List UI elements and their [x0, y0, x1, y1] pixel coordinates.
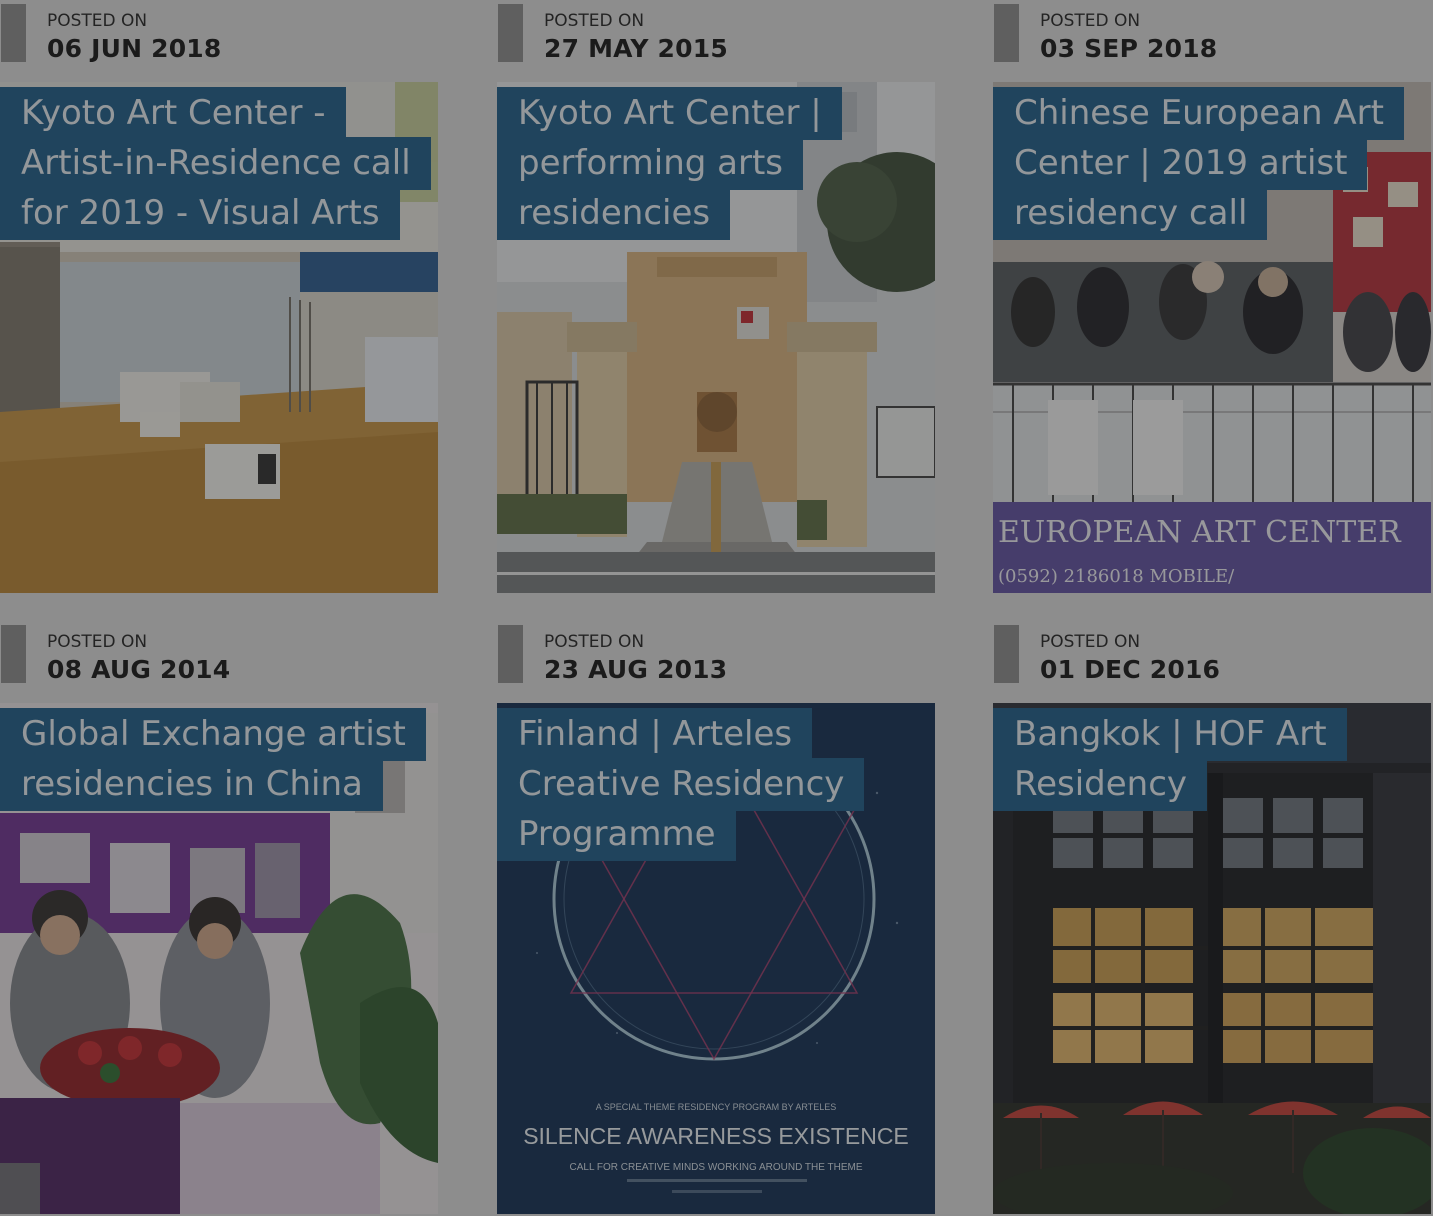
posted-on-label: POSTED ON: [544, 11, 645, 31]
poster-subheadline-text: CALL FOR CREATIVE MINDS WORKING AROUND T…: [570, 1162, 863, 1173]
date-marker-bar: [994, 625, 1019, 683]
post-card[interactable]: POSTED ON 23 AUG 2013 A SPECIAL THEME RE…: [497, 621, 935, 1214]
post-title[interactable]: Bangkok | HOF Art Residency: [993, 708, 1347, 811]
post-title[interactable]: Chinese European Art Center | 2019 artis…: [993, 87, 1404, 240]
post-date: 23 AUG 2013: [544, 655, 728, 684]
posted-on-label: POSTED ON: [47, 11, 148, 31]
poster-kicker-text: A SPECIAL THEME RESIDENCY PROGRAM BY ART…: [596, 1102, 837, 1112]
post-card[interactable]: POSTED ON 06 JUN 2018 Kyoto Art Center -…: [0, 0, 438, 593]
post-title[interactable]: Global Exchange artist residencies in Ch…: [0, 708, 426, 811]
post-title-wrap: Kyoto Art Center - Artist-in-Residence c…: [0, 87, 431, 240]
post-title[interactable]: Kyoto Art Center - Artist-in-Residence c…: [0, 87, 431, 240]
image-sign-subtext: (0592) 2186018 MOBILE/: [998, 566, 1235, 587]
post-thumbnail[interactable]: Bangkok | HOF Art Residency: [993, 703, 1431, 1214]
posted-on-label: POSTED ON: [1040, 11, 1141, 31]
post-date: 27 MAY 2015: [544, 34, 728, 63]
post-title[interactable]: Kyoto Art Center | performing arts resid…: [497, 87, 842, 240]
post-card[interactable]: POSTED ON 08 AUG 2014 Global Exchange ar…: [0, 621, 438, 1214]
image-sign-text: EUROPEAN ART CENTER: [998, 515, 1402, 550]
post-title-wrap: Finland | Arteles Creative Residency Pro…: [497, 708, 911, 861]
post-thumbnail[interactable]: EUROPEAN ART CENTER (0592) 2186018 MOBIL…: [993, 82, 1431, 593]
post-meta: POSTED ON 06 JUN 2018: [0, 0, 438, 82]
post-meta: POSTED ON 01 DEC 2016: [993, 621, 1431, 703]
post-card[interactable]: POSTED ON 01 DEC 2016 Bangkok | HOF Art …: [993, 621, 1431, 1214]
post-thumbnail[interactable]: Global Exchange artist residencies in Ch…: [0, 703, 438, 1214]
posted-on-label: POSTED ON: [544, 632, 645, 652]
date-marker-bar: [1, 4, 26, 62]
post-date: 01 DEC 2016: [1040, 655, 1221, 684]
post-date: 08 AUG 2014: [47, 655, 231, 684]
post-title-wrap: Global Exchange artist residencies in Ch…: [0, 708, 426, 811]
date-marker-bar: [498, 625, 523, 683]
poster-headline-text: SILENCE AWARENESS EXISTENCE: [523, 1123, 909, 1149]
date-marker-bar: [498, 4, 523, 62]
post-title-wrap: Chinese European Art Center | 2019 artis…: [993, 87, 1407, 240]
post-meta: POSTED ON 03 SEP 2018: [993, 0, 1431, 82]
post-thumbnail[interactable]: Kyoto Art Center | performing arts resid…: [497, 82, 935, 593]
post-card[interactable]: POSTED ON 03 SEP 2018 EUROPEAN ART CENTE…: [993, 0, 1431, 593]
post-meta: POSTED ON 23 AUG 2013: [497, 621, 935, 703]
post-title[interactable]: Finland | Arteles Creative Residency Pro…: [497, 708, 865, 861]
posted-on-label: POSTED ON: [47, 632, 148, 652]
post-meta: POSTED ON 08 AUG 2014: [0, 621, 438, 703]
post-thumbnail[interactable]: Kyoto Art Center - Artist-in-Residence c…: [0, 82, 438, 593]
post-card[interactable]: POSTED ON 27 MAY 2015 Kyoto Art Center |…: [497, 0, 935, 593]
date-marker-bar: [994, 4, 1019, 62]
post-date: 06 JUN 2018: [47, 34, 222, 63]
post-title-wrap: Kyoto Art Center | performing arts resid…: [497, 87, 911, 240]
posted-on-label: POSTED ON: [1040, 632, 1141, 652]
post-grid: POSTED ON 06 JUN 2018 Kyoto Art Center -…: [0, 0, 1433, 1216]
date-marker-bar: [1, 625, 26, 683]
post-date: 03 SEP 2018: [1040, 34, 1218, 63]
post-thumbnail[interactable]: A SPECIAL THEME RESIDENCY PROGRAM BY ART…: [497, 703, 935, 1214]
post-title-wrap: Bangkok | HOF Art Residency: [993, 708, 1407, 811]
post-meta: POSTED ON 27 MAY 2015: [497, 0, 935, 82]
